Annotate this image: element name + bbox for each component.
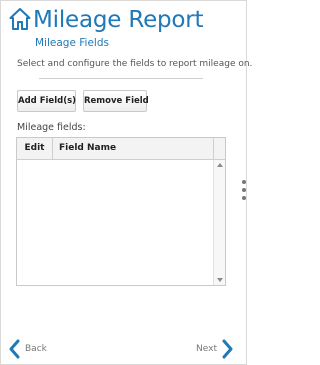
divider xyxy=(39,78,203,79)
chevron-left-icon xyxy=(9,339,20,359)
column-header-edit[interactable]: Edit xyxy=(17,138,53,159)
mileage-fields-table: Edit Field Name xyxy=(16,137,226,286)
page-title: Mileage Report xyxy=(33,7,204,33)
add-fields-button[interactable]: Add Field(s) xyxy=(17,90,76,112)
table-header-corner xyxy=(213,138,225,160)
next-button[interactable]: Next xyxy=(196,339,236,359)
scroll-up-arrow-icon[interactable] xyxy=(217,163,223,167)
back-label: Back xyxy=(25,344,47,354)
mileage-fields-label: Mileage fields: xyxy=(17,122,86,133)
page-header: Mileage Report Mileage Fields xyxy=(9,5,239,51)
table-scrollbar[interactable] xyxy=(213,160,225,285)
table-header: Edit Field Name xyxy=(17,138,213,160)
more-options-icon[interactable] xyxy=(241,180,247,202)
home-icon[interactable] xyxy=(9,7,31,31)
back-button[interactable]: Back xyxy=(9,339,49,359)
instructions-text: Select and configure the fields to repor… xyxy=(17,59,253,69)
next-label: Next xyxy=(196,344,217,354)
column-header-field-name[interactable]: Field Name xyxy=(59,138,116,159)
wizard-panel: Mileage Report Mileage Fields Select and… xyxy=(0,0,253,365)
page-subtitle: Mileage Fields xyxy=(35,37,109,49)
scroll-down-arrow-icon[interactable] xyxy=(217,278,223,282)
remove-field-button[interactable]: Remove Field xyxy=(83,90,149,112)
chevron-right-icon xyxy=(222,339,233,359)
